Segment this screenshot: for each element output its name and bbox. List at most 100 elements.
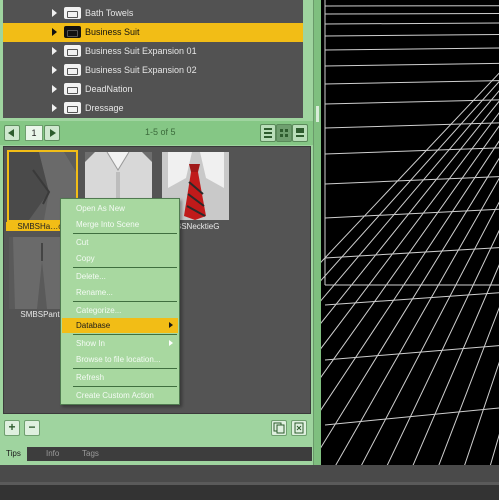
menu-item-delete[interactable]: Delete... bbox=[62, 269, 178, 284]
menu-item-label: Refresh bbox=[76, 373, 105, 382]
tree-item-dressage[interactable]: Dressage bbox=[3, 99, 303, 118]
folder-icon bbox=[64, 102, 81, 114]
menu-item-label: Create Custom Action bbox=[76, 391, 154, 400]
tree-item-business-suit-expansion-02[interactable]: Business Suit Expansion 02 bbox=[3, 61, 303, 80]
grid-line bbox=[324, 34, 499, 37]
menu-item-cut[interactable]: Cut bbox=[62, 235, 178, 250]
folder-icon bbox=[64, 83, 81, 95]
tree-item-bath-towels[interactable]: Bath Towels bbox=[3, 4, 303, 23]
splitter-grip-icon[interactable] bbox=[316, 106, 319, 122]
menu-item-merge-into-scene[interactable]: Merge Into Scene bbox=[62, 217, 178, 232]
grid-line bbox=[410, 264, 499, 471]
viewport-floor-grid bbox=[124, 0, 499, 471]
page-range-label: 1-5 of 5 bbox=[145, 127, 176, 137]
tree-item-label: Business Suit bbox=[85, 27, 140, 37]
info-tabs: Tips Info Tags bbox=[0, 447, 312, 461]
grid-line bbox=[332, 177, 499, 471]
next-page-button[interactable] bbox=[44, 125, 60, 141]
tree-item-label: DeadNation bbox=[85, 84, 133, 94]
menu-separator bbox=[73, 334, 177, 335]
grid-line bbox=[488, 433, 499, 471]
tree-item-business-suit-expansion-01[interactable]: Business Suit Expansion 01 bbox=[3, 42, 303, 61]
submenu-arrow-icon bbox=[169, 340, 173, 346]
page-number-field[interactable]: 1 bbox=[25, 125, 43, 141]
expand-arrow-icon[interactable] bbox=[52, 85, 57, 93]
paste-icon bbox=[294, 422, 304, 434]
paste-icon-button[interactable] bbox=[291, 420, 307, 436]
copy-icon-button[interactable] bbox=[271, 420, 287, 436]
menu-item-create-custom-action[interactable]: Create Custom Action bbox=[62, 388, 178, 403]
menu-separator bbox=[73, 233, 177, 234]
menu-item-label: Categorize... bbox=[76, 306, 122, 315]
tree-item-business-suit[interactable]: Business Suit bbox=[3, 23, 303, 42]
menu-item-database[interactable]: Database bbox=[62, 318, 178, 333]
grid-line bbox=[306, 157, 499, 471]
menu-item-refresh[interactable]: Refresh bbox=[62, 370, 178, 385]
grid-line bbox=[324, 407, 499, 426]
menu-item-label: Copy bbox=[76, 254, 95, 263]
grid-line bbox=[324, 62, 499, 67]
grid-line bbox=[324, 208, 499, 219]
menu-item-label: Show In bbox=[76, 339, 105, 348]
expand-arrow-icon[interactable] bbox=[52, 9, 57, 17]
grid-line bbox=[176, 90, 499, 471]
arrow-left-icon bbox=[8, 129, 14, 137]
grid-line bbox=[358, 201, 499, 471]
menu-item-label: Merge Into Scene bbox=[76, 220, 140, 229]
tree-item-label: Dressage bbox=[85, 103, 124, 113]
grid-line bbox=[228, 112, 499, 471]
list-view-icon bbox=[264, 128, 272, 130]
folder-icon bbox=[64, 45, 81, 57]
submenu-arrow-icon bbox=[169, 322, 173, 328]
expand-arrow-icon[interactable] bbox=[52, 66, 57, 74]
menu-item-label: Rename... bbox=[76, 288, 113, 297]
grid-line bbox=[324, 80, 499, 85]
remove-button[interactable]: − bbox=[24, 420, 40, 436]
prev-page-button[interactable] bbox=[4, 125, 20, 141]
menu-item-browse-to-file-location[interactable]: Browse to file location... bbox=[62, 352, 178, 367]
expand-arrow-icon[interactable] bbox=[52, 28, 57, 36]
menu-item-label: Browse to file location... bbox=[76, 355, 161, 364]
menu-item-label: Delete... bbox=[76, 272, 106, 281]
arrow-right-icon bbox=[50, 129, 56, 137]
thumbnail-view-button[interactable] bbox=[276, 124, 292, 142]
grid-line bbox=[150, 80, 499, 471]
menu-item-categorize[interactable]: Categorize... bbox=[62, 303, 178, 318]
grid-line bbox=[124, 72, 499, 471]
3d-viewport[interactable] bbox=[124, 0, 499, 471]
copy-icon bbox=[273, 422, 285, 434]
menu-item-rename[interactable]: Rename... bbox=[62, 285, 178, 300]
grid-line bbox=[280, 140, 499, 471]
menu-item-show-in[interactable]: Show In bbox=[62, 336, 178, 351]
category-tree[interactable]: Bath Towels Business Suit Business Suit … bbox=[3, 0, 303, 118]
list-view-button[interactable] bbox=[260, 124, 276, 142]
tree-item-label: Business Suit Expansion 01 bbox=[85, 46, 197, 56]
grid-line bbox=[324, 47, 499, 51]
detail-view-button[interactable] bbox=[292, 124, 308, 142]
tab-tags[interactable]: Tags bbox=[76, 447, 105, 461]
menu-item-open-as-new[interactable]: Open As New bbox=[62, 201, 178, 216]
tab-tips[interactable]: Tips bbox=[0, 447, 27, 461]
expand-arrow-icon[interactable] bbox=[52, 47, 57, 55]
menu-item-label: Database bbox=[76, 321, 111, 330]
pager-bar: 1 1-5 of 5 bbox=[0, 121, 318, 145]
grid-line bbox=[324, 22, 499, 25]
grid-line bbox=[324, 12, 499, 15]
tree-item-deadnation[interactable]: DeadNation bbox=[3, 80, 303, 99]
menu-separator bbox=[73, 368, 177, 369]
grid-line bbox=[324, 345, 499, 361]
grid-line bbox=[324, 147, 499, 155]
grid-line bbox=[324, 122, 499, 129]
grid-line bbox=[384, 229, 499, 471]
add-button[interactable]: + bbox=[4, 420, 20, 436]
folder-icon bbox=[64, 64, 81, 76]
timeline-bar bbox=[0, 482, 499, 500]
detail-view-icon bbox=[296, 128, 304, 133]
context-menu: Open As New Merge Into Scene Cut Copy De… bbox=[60, 198, 180, 405]
tab-info[interactable]: Info bbox=[40, 447, 65, 461]
grid-line bbox=[254, 125, 499, 471]
menu-separator bbox=[73, 386, 177, 387]
expand-arrow-icon[interactable] bbox=[52, 104, 57, 112]
menu-item-label: Cut bbox=[76, 238, 89, 247]
menu-item-copy[interactable]: Copy bbox=[62, 251, 178, 266]
